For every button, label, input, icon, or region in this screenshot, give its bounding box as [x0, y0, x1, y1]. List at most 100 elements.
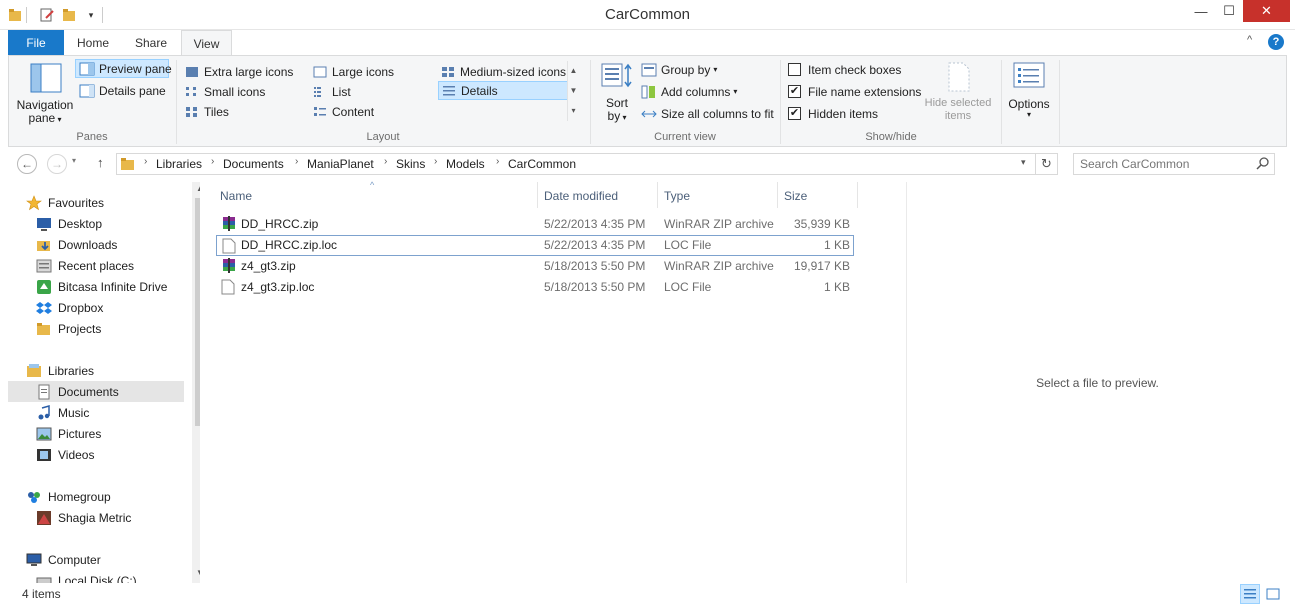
tab-view[interactable]: View [181, 30, 232, 56]
nav-homegroup[interactable]: Homegroup [26, 486, 200, 507]
file-name-extensions-toggle[interactable]: ✔ File name extensions [788, 82, 921, 101]
help-icon[interactable]: ? [1268, 34, 1284, 50]
layout-small-icons[interactable]: Small icons [184, 82, 265, 101]
file-name: z4_gt3.zip.loc [241, 280, 315, 294]
column-header-type[interactable]: Type [664, 189, 690, 203]
nav-pictures[interactable]: Pictures [36, 423, 200, 444]
nav-downloads[interactable]: Downloads [36, 234, 200, 255]
nav-documents[interactable]: Documents [8, 381, 184, 402]
column-header-name[interactable]: Name [220, 189, 252, 203]
column-divider[interactable] [857, 182, 858, 208]
options-button[interactable]: Options ▾ [1005, 60, 1053, 126]
item-check-boxes-checkbox[interactable] [788, 63, 801, 76]
nav-scrollbar[interactable]: ▲ ▼ [192, 182, 200, 583]
nav-bitcasa[interactable]: Bitcasa Infinite Drive [36, 276, 200, 297]
large-icons-view-button[interactable] [1264, 585, 1282, 603]
nav-label: Documents [58, 384, 119, 399]
table-row[interactable]: DD_HRCC.zip.loc 5/22/2013 4:35 PM LOC Fi… [216, 235, 854, 256]
dropdown-arrow-icon: ▾ [620, 113, 627, 122]
tab-share[interactable]: Share [122, 30, 180, 55]
navigation-pane-button[interactable]: Navigation pane ▾ [15, 60, 75, 130]
search-input[interactable] [1080, 156, 1250, 172]
sort-by-button[interactable]: Sort by ▾ [597, 60, 637, 126]
file-name-extensions-checkbox[interactable]: ✔ [788, 85, 801, 98]
forward-button[interactable]: → [47, 154, 67, 174]
minimize-button[interactable]: — [1187, 0, 1215, 22]
tab-file[interactable]: File [8, 30, 64, 55]
chevron-right-icon[interactable]: › [496, 156, 499, 167]
size-all-columns-button[interactable]: Size all columns to fit [641, 104, 774, 123]
breadcrumb-models[interactable]: Models [446, 157, 485, 171]
tab-home[interactable]: Home [64, 30, 122, 55]
star-icon [26, 194, 42, 211]
nav-computer[interactable]: Computer [26, 549, 200, 570]
table-row[interactable]: DD_HRCC.zip 5/22/2013 4:35 PM WinRAR ZIP… [216, 214, 854, 235]
chevron-right-icon[interactable]: › [144, 156, 147, 167]
search-box[interactable] [1073, 153, 1275, 175]
breadcrumb-carcommon[interactable]: CarCommon [508, 157, 576, 171]
layout-tiles[interactable]: Tiles [184, 102, 229, 121]
column-divider[interactable] [657, 182, 658, 208]
local-disk-icon [36, 573, 52, 583]
navigation-pane-icon [30, 62, 62, 97]
column-divider[interactable] [777, 182, 778, 208]
layout-extra-large-icons[interactable]: Extra large icons [184, 62, 293, 81]
chevron-right-icon[interactable]: › [211, 156, 214, 167]
hidden-items-checkbox[interactable]: ✔ [788, 107, 801, 120]
nav-label: Dropbox [58, 300, 104, 315]
nav-local-disk-c[interactable]: Local Disk (C:) [36, 570, 200, 583]
nav-favourites[interactable]: Favourites [26, 192, 200, 213]
list-icon [312, 85, 328, 99]
nav-projects[interactable]: Projects [36, 318, 200, 339]
collapse-ribbon-icon[interactable]: ^ [1247, 34, 1252, 46]
breadcrumb-maniaplanet[interactable]: ManiaPlanet [307, 157, 374, 171]
item-check-boxes-toggle[interactable]: Item check boxes [788, 60, 901, 79]
add-columns-button[interactable]: Add columns ▾ [641, 82, 737, 101]
nav-music[interactable]: Music [36, 402, 200, 423]
details-pane-button[interactable]: Details pane [76, 81, 166, 100]
column-divider[interactable] [537, 182, 538, 208]
navigation-pane: Favourites Desktop Downloads Recent plac… [8, 182, 200, 583]
hide-selected-label: Hide selected [924, 97, 992, 109]
nav-recent-places[interactable]: Recent places [36, 255, 200, 276]
preview-pane-button[interactable]: Preview pane [75, 59, 172, 78]
back-button[interactable]: ← [17, 154, 37, 174]
breadcrumb-documents[interactable]: Documents [223, 157, 284, 171]
close-button[interactable]: ✕ [1243, 0, 1290, 22]
chevron-right-icon[interactable]: › [434, 156, 437, 167]
up-button[interactable]: ↑ [97, 155, 104, 170]
column-header-size[interactable]: Size [784, 189, 807, 203]
search-icon[interactable] [1256, 156, 1270, 173]
chevron-right-icon[interactable]: › [384, 156, 387, 167]
breadcrumb-libraries[interactable]: Libraries [156, 157, 202, 171]
nav-desktop[interactable]: Desktop [36, 213, 200, 234]
hidden-items-toggle[interactable]: ✔ Hidden items [788, 104, 878, 123]
recent-locations-icon[interactable]: ▾ [72, 156, 76, 165]
nav-dropbox[interactable]: Dropbox [36, 297, 200, 318]
file-list: ^ Name Date modified Type Size DD_HRCC.z… [200, 180, 906, 583]
table-row[interactable]: z4_gt3.zip 5/18/2013 5:50 PM WinRAR ZIP … [216, 256, 854, 277]
nav-label: Computer [48, 552, 101, 567]
layout-medium-icons[interactable]: Medium-sized icons [440, 62, 566, 81]
column-header-date-modified[interactable]: Date modified [544, 189, 618, 203]
address-bar[interactable]: › Libraries › Documents › ManiaPlanet › … [116, 153, 1036, 175]
layout-content[interactable]: Content [312, 102, 374, 121]
address-history-icon[interactable]: ▾ [1021, 157, 1026, 168]
layout-item-label: Medium-sized icons [460, 64, 567, 79]
recent-places-icon [36, 258, 52, 274]
maximize-button[interactable]: ☐ [1215, 0, 1243, 22]
chevron-right-icon[interactable]: › [295, 156, 298, 167]
layout-list[interactable]: List [312, 82, 351, 101]
details-view-button[interactable] [1240, 584, 1260, 604]
layout-gallery-scroll[interactable]: ▲ ▼ ▾ [567, 61, 579, 121]
hide-selected-items-button[interactable]: Hide selected items [919, 60, 997, 126]
nav-videos[interactable]: Videos [36, 444, 200, 465]
layout-details[interactable]: Details [438, 81, 568, 100]
refresh-button[interactable]: ↻ [1036, 153, 1058, 175]
nav-shagia-metric[interactable]: Shagia Metric [36, 507, 200, 528]
breadcrumb-skins[interactable]: Skins [396, 157, 425, 171]
group-by-button[interactable]: Group by ▾ [641, 60, 717, 79]
nav-libraries[interactable]: Libraries [26, 360, 200, 381]
layout-large-icons[interactable]: Large icons [312, 62, 394, 81]
table-row[interactable]: z4_gt3.zip.loc 5/18/2013 5:50 PM LOC Fil… [216, 277, 854, 298]
